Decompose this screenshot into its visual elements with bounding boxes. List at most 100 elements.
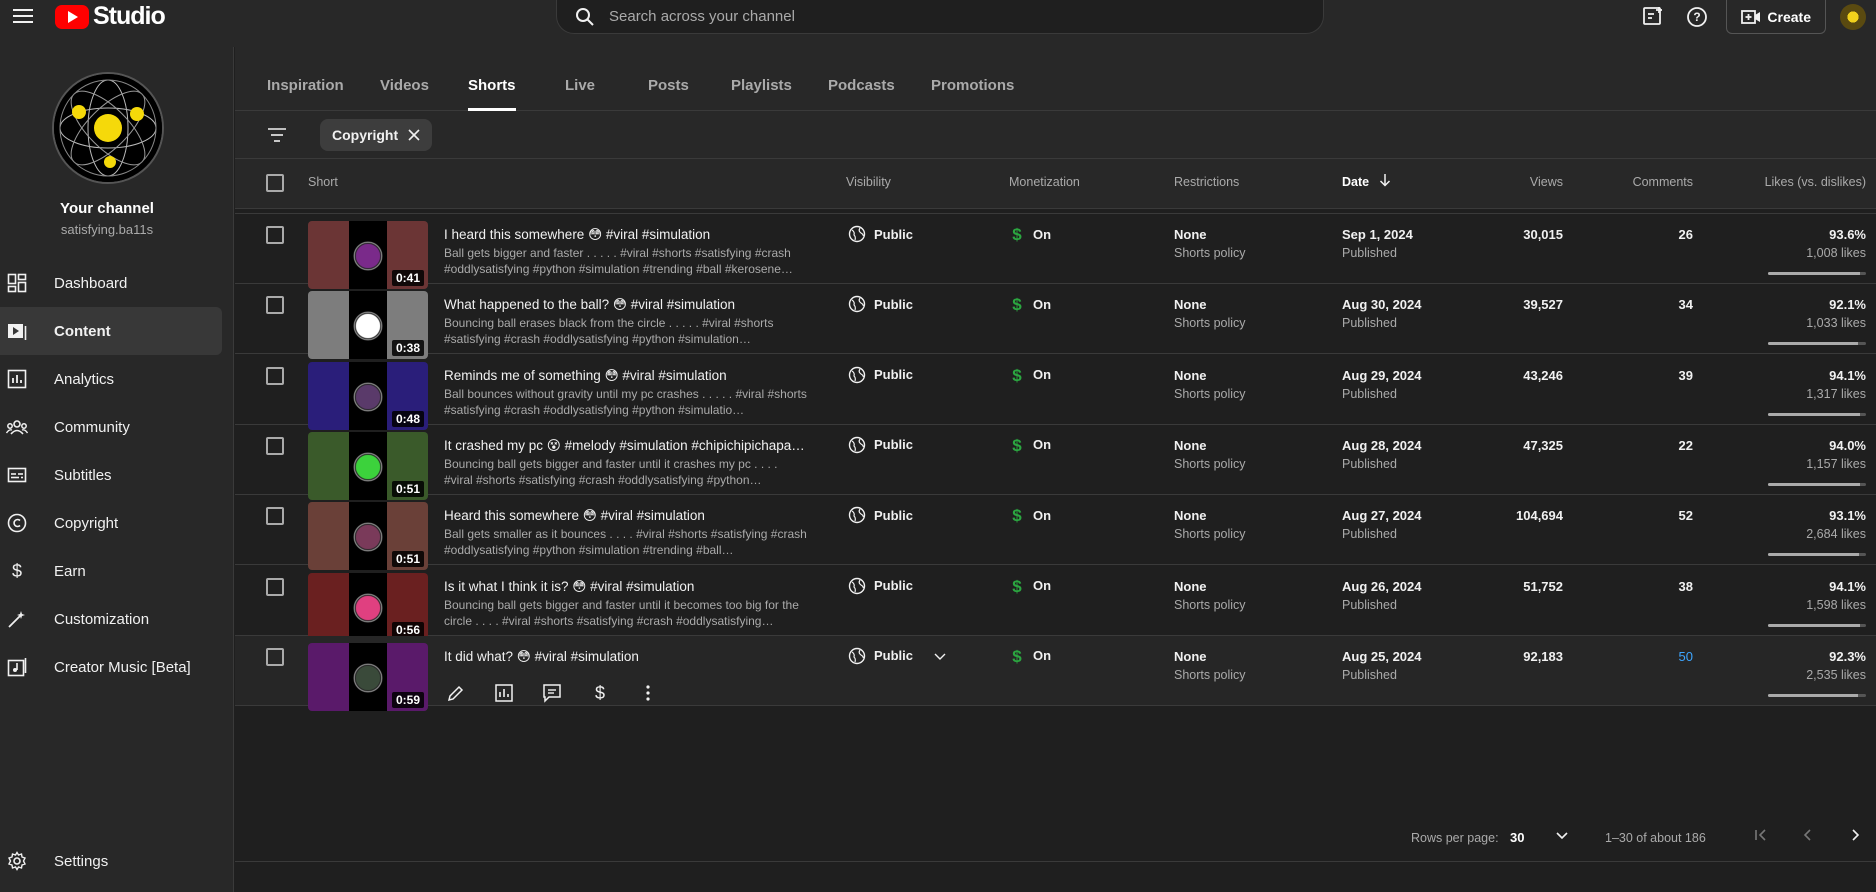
- table-row[interactable]: 0:51 It crashed my pc 😵 #melody #simulati…: [235, 425, 1876, 500]
- sidebar-item-customization[interactable]: Customization: [0, 595, 222, 643]
- next-page-icon[interactable]: [1846, 826, 1864, 844]
- video-thumbnail[interactable]: 0:59: [308, 642, 428, 711]
- video-thumbnail[interactable]: 0:56: [308, 572, 428, 641]
- svg-text:$: $: [1012, 647, 1022, 665]
- chevron-down-icon[interactable]: [1554, 827, 1570, 843]
- sidebar-item-settings[interactable]: Settings: [0, 837, 222, 885]
- video-title[interactable]: I heard this somewhere 😳 #viral #simulat…: [444, 227, 809, 243]
- tab-podcasts[interactable]: Podcasts: [828, 77, 895, 94]
- create-button[interactable]: Create: [1726, 0, 1826, 34]
- chevron-down-icon[interactable]: [933, 649, 947, 663]
- tab-live[interactable]: Live: [565, 77, 595, 94]
- sort-down-arrow-icon[interactable]: [1379, 173, 1391, 187]
- table-row[interactable]: 0:48 Reminds me of something 😳 #viral #si…: [235, 355, 1876, 430]
- sidebar-item-label: Earn: [54, 562, 86, 580]
- studio-logo[interactable]: Studio: [55, 2, 166, 31]
- filter-chip-label: Copyright: [332, 127, 399, 143]
- tab-playlists[interactable]: Playlists: [731, 77, 792, 94]
- monetization-cell[interactable]: $ On: [1011, 295, 1051, 313]
- video-thumbnail[interactable]: 0:41: [308, 221, 428, 289]
- sidebar-item-content[interactable]: Content: [0, 307, 222, 355]
- analytics-icon[interactable]: [492, 681, 516, 705]
- row-checkbox[interactable]: [266, 296, 284, 315]
- column-restrictions[interactable]: Restrictions: [1174, 175, 1239, 189]
- tab-promotions[interactable]: Promotions: [931, 77, 1014, 94]
- video-title[interactable]: What happened to the ball? 😳 #viral #sim…: [444, 297, 809, 313]
- tab-inspiration[interactable]: Inspiration: [267, 77, 344, 94]
- sidebar-item-creator-music[interactable]: Creator Music [Beta]: [0, 643, 222, 691]
- monetization-cell[interactable]: $ On: [1011, 225, 1051, 243]
- monetization-cell[interactable]: $ On: [1011, 436, 1051, 454]
- visibility-cell[interactable]: Public: [848, 295, 913, 313]
- select-all-checkbox[interactable]: [266, 174, 284, 192]
- comments-value[interactable]: 50: [1679, 649, 1693, 664]
- table-row[interactable]: 0:41 I heard this somewhere 😳 #viral #sim…: [235, 214, 1876, 289]
- visibility-cell[interactable]: Public: [848, 225, 913, 243]
- subtitles-icon: [6, 464, 28, 486]
- first-page-icon[interactable]: [1752, 826, 1770, 844]
- help-icon[interactable]: ?: [1682, 2, 1712, 32]
- sidebar-item-dashboard[interactable]: Dashboard: [0, 259, 222, 307]
- sidebar-item-community[interactable]: Community: [0, 403, 222, 451]
- tab-videos[interactable]: Videos: [380, 77, 429, 94]
- row-checkbox[interactable]: [266, 366, 284, 385]
- visibility-cell[interactable]: Public: [848, 366, 913, 384]
- edit-pencil-icon[interactable]: [444, 681, 468, 705]
- visibility-cell[interactable]: Public: [848, 506, 913, 524]
- table-row[interactable]: 0:38 What happened to the ball? 😳 #viral …: [235, 284, 1876, 360]
- table-row[interactable]: 0:51 Heard this somewhere 😳 #viral #simul…: [235, 495, 1876, 571]
- sidebar-item-earn[interactable]: $ Earn: [0, 547, 222, 595]
- column-comments[interactable]: Comments: [1633, 175, 1693, 189]
- column-likes[interactable]: Likes (vs. dislikes): [1765, 175, 1866, 189]
- monetization-cell[interactable]: $ On: [1011, 506, 1051, 524]
- search-icon[interactable]: [575, 7, 595, 27]
- visibility-cell[interactable]: Public: [848, 647, 947, 665]
- tab-shorts[interactable]: Shorts: [468, 77, 516, 111]
- video-thumbnail[interactable]: 0:51: [308, 502, 428, 571]
- filter-icon[interactable]: [267, 127, 287, 143]
- channel-avatar[interactable]: [52, 72, 164, 184]
- sidebar-item-subtitles[interactable]: Subtitles: [0, 451, 222, 499]
- video-title[interactable]: Is it what I think it is? 😳 #viral #simu…: [444, 579, 809, 595]
- row-checkbox[interactable]: [266, 436, 284, 455]
- monetization-cell[interactable]: $ On: [1011, 577, 1051, 595]
- hamburger-menu-icon[interactable]: [6, 0, 40, 32]
- tab-posts[interactable]: Posts: [648, 77, 689, 94]
- video-description: Bouncing ball erases black from the circ…: [444, 316, 774, 347]
- monetization-icon[interactable]: $: [588, 681, 612, 705]
- video-title[interactable]: It did what? 😳 #viral #simulation: [444, 649, 809, 665]
- video-thumbnail[interactable]: 0:51: [308, 431, 428, 500]
- row-checkbox[interactable]: [266, 647, 284, 666]
- video-title[interactable]: Reminds me of something 😳 #viral #simula…: [444, 368, 809, 384]
- table-row[interactable]: 0:59 It did what? 😳 #viral #simulation $ Pu…: [235, 635, 1876, 711]
- video-thumbnail[interactable]: 0:48: [308, 361, 428, 430]
- close-icon[interactable]: [408, 129, 420, 141]
- video-duration: 0:59: [391, 691, 424, 708]
- video-title[interactable]: It crashed my pc 😵 #melody #simulation #…: [444, 438, 809, 454]
- previous-page-icon[interactable]: [1799, 826, 1817, 844]
- search-input[interactable]: [609, 8, 1289, 25]
- rows-per-page-value[interactable]: 30: [1510, 830, 1524, 845]
- filter-chip[interactable]: Copyright: [320, 119, 433, 151]
- column-visibility[interactable]: Visibility: [846, 175, 891, 189]
- monetization-cell[interactable]: $ On: [1011, 366, 1051, 384]
- column-date[interactable]: Date: [1342, 175, 1369, 189]
- video-title[interactable]: Heard this somewhere 😳 #viral #simulatio…: [444, 508, 809, 524]
- video-thumbnail[interactable]: 0:38: [308, 291, 428, 360]
- messages-icon[interactable]: [1638, 2, 1668, 32]
- column-views[interactable]: Views: [1530, 175, 1563, 189]
- visibility-cell[interactable]: Public: [848, 436, 913, 454]
- visibility-cell[interactable]: Public: [848, 577, 913, 595]
- column-monetization[interactable]: Monetization: [1009, 175, 1080, 189]
- date-status: Published: [1342, 527, 1397, 542]
- table-row[interactable]: 0:56 Is it what I think it is? 😳 #viral #…: [235, 566, 1876, 641]
- sidebar-item-analytics[interactable]: Analytics: [0, 355, 222, 403]
- monetization-cell[interactable]: $ On: [1011, 647, 1051, 665]
- sidebar-item-copyright[interactable]: Copyright: [0, 499, 222, 547]
- account-avatar[interactable]: [1840, 4, 1866, 30]
- comments-icon[interactable]: [540, 681, 564, 705]
- row-checkbox[interactable]: [266, 226, 284, 244]
- row-checkbox[interactable]: [266, 577, 284, 596]
- row-checkbox[interactable]: [266, 507, 284, 526]
- more-options-icon[interactable]: [636, 681, 660, 705]
